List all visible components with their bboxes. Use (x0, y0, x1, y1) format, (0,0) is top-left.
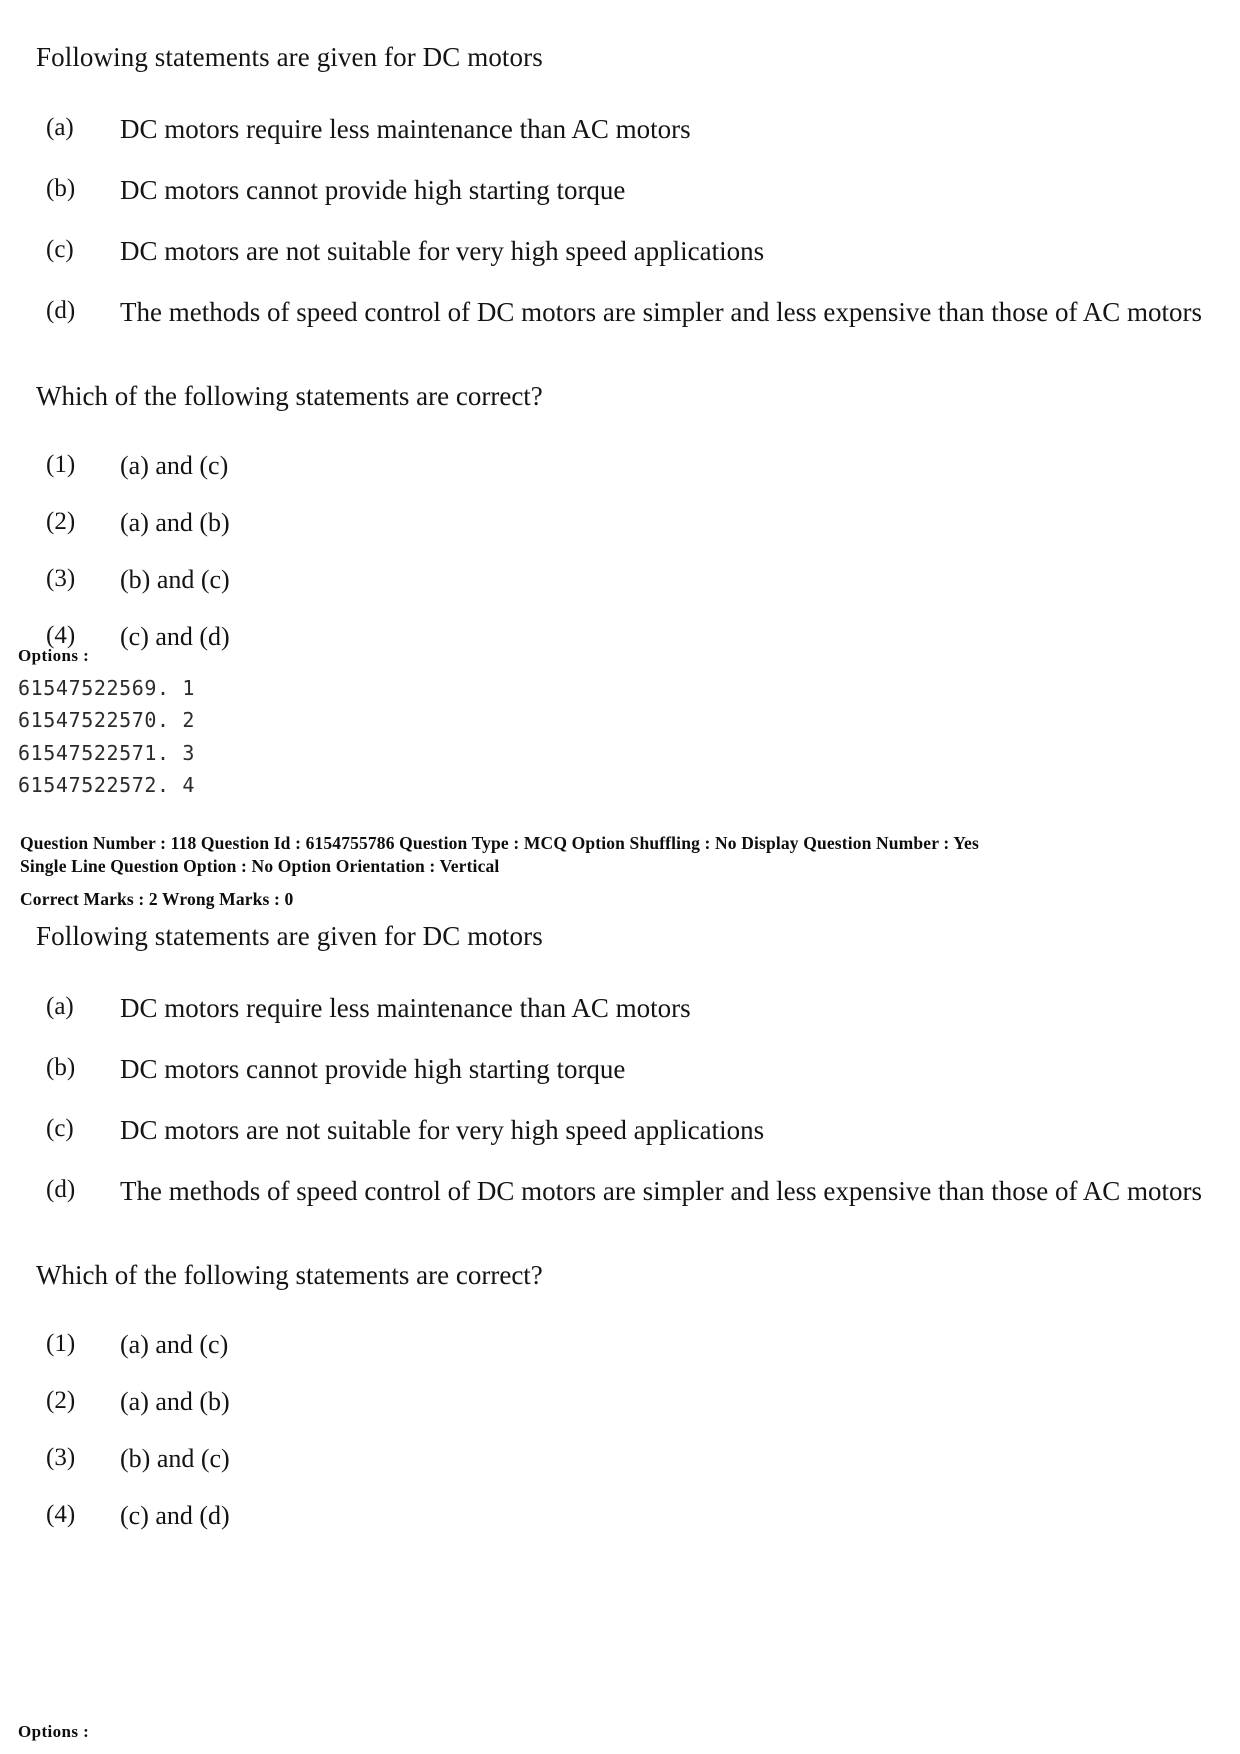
statement-text: DC motors cannot provide high starting t… (120, 1053, 626, 1084)
question-2-stem: Following statements are given for DC mo… (36, 921, 543, 951)
question-2-options-section: Options : (0, 1722, 1240, 1742)
question-1-statements: (a) DC motors require less maintenance t… (36, 109, 1240, 333)
statement-row: (a) DC motors require less maintenance t… (36, 109, 1240, 151)
question-2-prompt: Which of the following statements are co… (36, 1260, 543, 1291)
metadata-line-1: Question Number : 118 Question Id : 6154… (20, 833, 979, 853)
statement-text: The methods of speed control of DC motor… (120, 1175, 1203, 1206)
choice-text: (a) and (b) (120, 1387, 230, 1416)
statement-text: DC motors cannot provide high starting t… (120, 174, 626, 205)
statement-label: (d) (46, 296, 76, 324)
choice-row[interactable]: (1) (a) and (c) (36, 1329, 1240, 1360)
statement-label: (a) (46, 114, 74, 142)
statement-label: (a) (46, 993, 74, 1021)
statement-text: DC motors require less maintenance than … (120, 993, 691, 1024)
statement-row: (c) DC motors are not suitable for very … (36, 1110, 1240, 1152)
question-1-prompt: Which of the following statements are co… (36, 381, 543, 412)
statement-label: (b) (46, 1053, 76, 1081)
choice-row[interactable]: (3) (b) and (c) (36, 1443, 1240, 1474)
choice-label: (2) (46, 508, 76, 535)
options-heading: Options : (18, 646, 90, 665)
question-block-2: Following statements are given for DC mo… (0, 921, 1240, 1532)
statement-label: (c) (46, 235, 74, 263)
choice-text: (b) and (c) (120, 1444, 230, 1474)
statement-row: (d) The methods of speed control of DC m… (36, 1171, 1240, 1213)
choice-label: (4) (46, 1501, 76, 1529)
question-block-1: Following statements are given for DC mo… (0, 42, 1240, 653)
choice-label: (3) (46, 565, 76, 593)
question-metadata: Question Number : 118 Question Id : 6154… (0, 832, 1240, 910)
choice-row[interactable]: (4) (c) and (d) (36, 1500, 1240, 1531)
statement-text: DC motors are not suitable for very high… (120, 235, 765, 266)
question-1-options-section: Options : 61547522569. 1 61547522570. 2 … (0, 646, 1240, 802)
statement-row: (b) DC motors cannot provide high starti… (36, 1049, 1240, 1091)
statement-label: (d) (46, 1175, 76, 1203)
statement-label: (b) (46, 174, 76, 202)
question-1-choices: (1) (a) and (c) (2) (a) and (b) (3) (b) … (36, 450, 1240, 653)
question-1-stem: Following statements are given for DC mo… (36, 42, 543, 72)
option-id: 61547522570. 2 (18, 708, 195, 733)
choice-text: (a) and (c) (120, 450, 229, 480)
statement-text: DC motors are not suitable for very high… (120, 1114, 765, 1145)
choice-label: (1) (46, 1329, 76, 1357)
choice-label: (3) (46, 1444, 76, 1472)
statement-row: (d) The methods of speed control of DC m… (36, 292, 1240, 334)
statement-text: DC motors require less maintenance than … (120, 114, 691, 145)
option-id-list: 61547522569. 1 61547522570. 2 6154752257… (0, 672, 1240, 802)
metadata-line-2: Single Line Question Option : No Option … (20, 855, 500, 876)
choice-text: (a) and (c) (120, 1329, 229, 1359)
option-id: 61547522569. 1 (18, 676, 195, 700)
metadata-line-3: Correct Marks : 2 Wrong Marks : 0 (20, 888, 294, 909)
choice-row[interactable]: (3) (b) and (c) (36, 564, 1240, 595)
choice-row[interactable]: (2) (a) and (b) (36, 507, 1240, 538)
statement-row: (c) DC motors are not suitable for very … (36, 231, 1240, 273)
option-id: 61547522572. 4 (18, 773, 195, 798)
choice-row[interactable]: (2) (a) and (b) (36, 1386, 1240, 1417)
choice-text: (a) and (b) (120, 508, 230, 537)
question-2-choices: (1) (a) and (c) (2) (a) and (b) (3) (b) … (36, 1329, 1240, 1532)
exam-page: Following statements are given for DC mo… (0, 0, 1240, 1754)
option-id: 61547522571. 3 (18, 740, 195, 765)
choice-label: (2) (46, 1387, 76, 1414)
options-heading: Options : (18, 1722, 90, 1741)
question-2-statements: (a) DC motors require less maintenance t… (36, 988, 1240, 1212)
choice-label: (1) (46, 450, 76, 478)
choice-text: (c) and (d) (120, 1501, 230, 1531)
statement-row: (b) DC motors cannot provide high starti… (36, 170, 1240, 212)
choice-row[interactable]: (1) (a) and (c) (36, 450, 1240, 481)
choice-text: (b) and (c) (120, 565, 230, 595)
statement-text: The methods of speed control of DC motor… (120, 296, 1203, 327)
statement-row: (a) DC motors require less maintenance t… (36, 988, 1240, 1030)
statement-label: (c) (46, 1114, 74, 1142)
